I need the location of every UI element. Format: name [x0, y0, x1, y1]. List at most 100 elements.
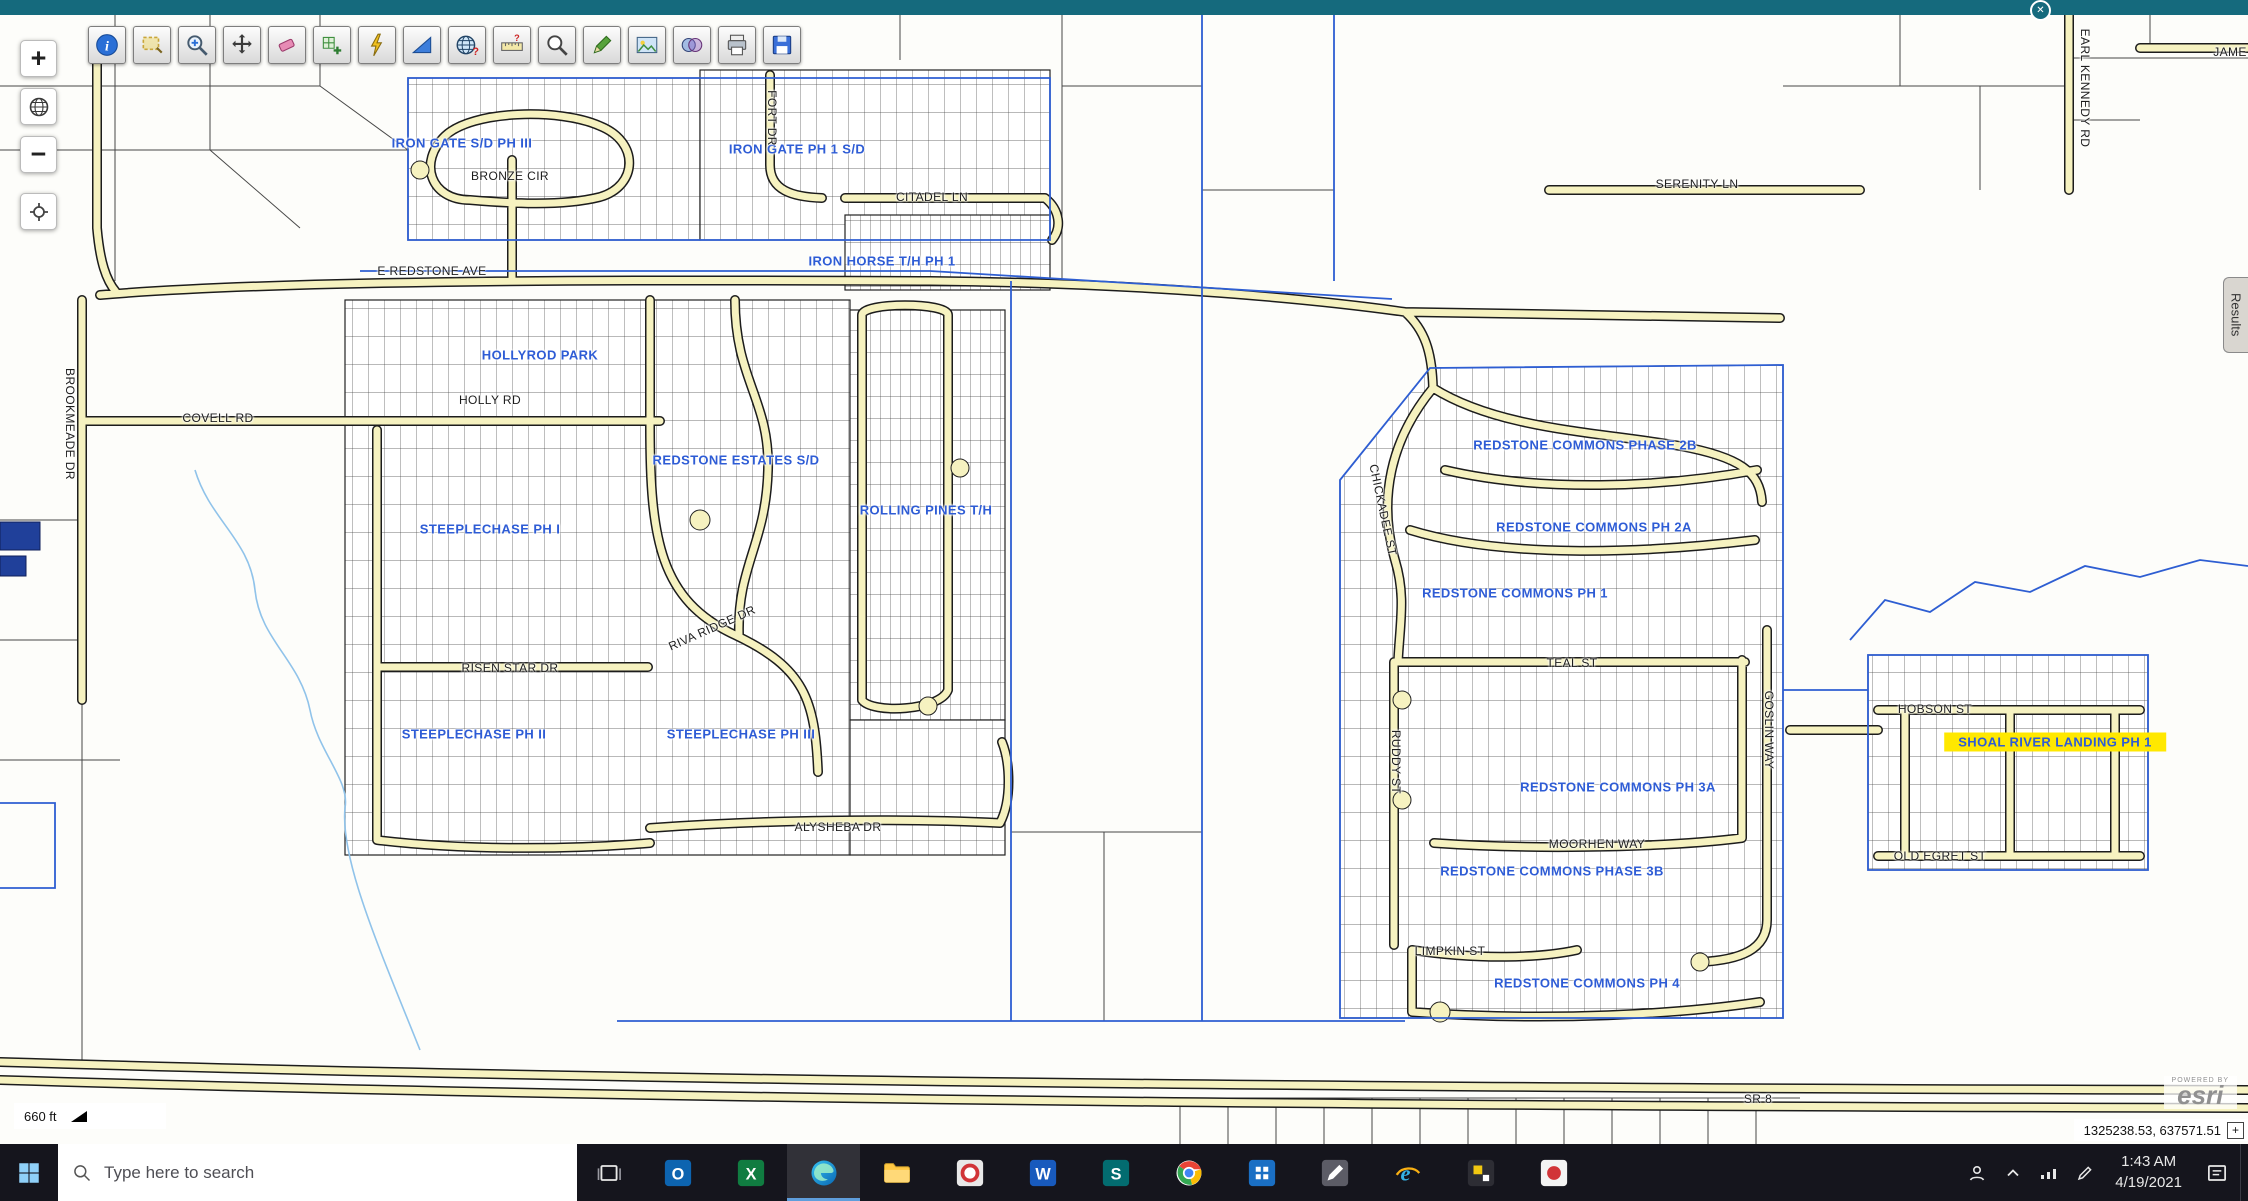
results-tab[interactable]: Results [2223, 277, 2248, 353]
toolbar-add-grid-button[interactable] [313, 26, 351, 64]
tray-people-button[interactable] [1959, 1144, 1995, 1201]
excel-icon: X [736, 1158, 766, 1188]
swipe-icon [409, 32, 435, 58]
save-icon [769, 32, 795, 58]
tray-network-button[interactable] [2031, 1144, 2067, 1201]
tray-chevron-up-button[interactable] [1995, 1144, 2031, 1201]
scale-bar: 660 ft [14, 1103, 166, 1129]
coordinates-value: 1325238.53, 637571.51 [2084, 1123, 2221, 1138]
taskbar-folder-button[interactable] [860, 1144, 933, 1201]
overlay-circles-icon [679, 32, 705, 58]
toolbar-pan-button[interactable] [223, 26, 261, 64]
svg-text:X: X [745, 1165, 756, 1183]
toolbar-draw-button[interactable] [583, 26, 621, 64]
toolbar-zoom-window-button[interactable] [178, 26, 216, 64]
taskbar-excel-button[interactable]: X [714, 1144, 787, 1201]
toolbar-save-button[interactable] [763, 26, 801, 64]
notes-app-icon [1539, 1158, 1569, 1188]
network-icon [2037, 1161, 2061, 1185]
taskbar-grid-app-button[interactable] [1225, 1144, 1298, 1201]
chrome-icon [1174, 1158, 1204, 1188]
taskbar-search[interactable] [58, 1144, 577, 1201]
clock-time: 1:43 AM [2115, 1152, 2182, 1172]
zoom-window-icon [184, 32, 210, 58]
image-icon [634, 32, 660, 58]
start-button[interactable] [0, 1144, 58, 1201]
pen-app-icon [1320, 1158, 1350, 1188]
subdivision-block [408, 78, 700, 240]
search-icon [544, 32, 570, 58]
action-center-button[interactable] [2194, 1144, 2240, 1201]
app-red-icon [955, 1158, 985, 1188]
taskbar-chrome-button[interactable] [1152, 1144, 1225, 1201]
coordinate-plus-button[interactable]: + [2227, 1122, 2244, 1139]
esri-logo: esri [2172, 1084, 2229, 1107]
taskbar-spacer [1590, 1144, 1959, 1201]
svg-text:O: O [671, 1165, 684, 1183]
svg-text:e: e [1400, 1160, 1410, 1185]
select-area-icon [139, 32, 165, 58]
action-center-icon [2204, 1160, 2230, 1186]
taskbar-dark-app-button[interactable] [1444, 1144, 1517, 1201]
taskbar-word-button[interactable]: W [1006, 1144, 1079, 1201]
measure-icon: ? [499, 32, 525, 58]
zoom-out-button[interactable]: − [20, 136, 57, 173]
tray-pen-button[interactable] [2067, 1144, 2103, 1201]
taskbar-outlook-button[interactable]: O [641, 1144, 714, 1201]
task-view-button[interactable] [577, 1144, 641, 1201]
globe-button[interactable] [20, 88, 57, 125]
show-desktop-button[interactable] [2240, 1144, 2248, 1201]
svg-text:i: i [105, 38, 109, 54]
toolbar-erase-button[interactable] [268, 26, 306, 64]
outlook-icon: O [663, 1158, 693, 1188]
toolbar-print-button[interactable] [718, 26, 756, 64]
toolbar-measure-button[interactable]: ? [493, 26, 531, 64]
esri-attribution: POWERED BY esri [2164, 1076, 2237, 1109]
toolbar-lightning-button[interactable] [358, 26, 396, 64]
locate-icon [27, 200, 51, 224]
parcel-filled [0, 522, 40, 550]
taskbar-ie-button[interactable]: e [1371, 1144, 1444, 1201]
zoom-in-button[interactable]: + [20, 40, 57, 77]
globe-query-icon: ? [454, 32, 480, 58]
toolbar-overlay-circles-button[interactable] [673, 26, 711, 64]
taskbar-clock[interactable]: 1:43 AM 4/19/2021 [2103, 1144, 2194, 1201]
taskbar-edge-button[interactable] [787, 1144, 860, 1201]
chevron-up-icon [2001, 1161, 2025, 1185]
svg-text:?: ? [472, 46, 479, 58]
people-icon [1965, 1161, 1989, 1185]
task-view-icon [595, 1159, 623, 1187]
locate-button[interactable] [20, 193, 57, 230]
road-casing [0, 0, 2248, 1108]
search-input[interactable] [102, 1162, 526, 1184]
windows-logo-icon [16, 1160, 42, 1186]
lightning-icon [364, 32, 390, 58]
pan-icon [229, 32, 255, 58]
parcel-lines [0, 0, 2248, 1144]
taskbar-app-red-button[interactable] [933, 1144, 1006, 1201]
grid-app-icon [1247, 1158, 1277, 1188]
taskbar-pen-app-button[interactable] [1298, 1144, 1371, 1201]
word-icon: W [1028, 1158, 1058, 1188]
road-fill [0, 0, 2248, 1108]
taskbar-s-app-button[interactable]: S [1079, 1144, 1152, 1201]
toolbar-search-button[interactable] [538, 26, 576, 64]
taskbar-notes-app-button[interactable] [1517, 1144, 1590, 1201]
taskbar: O X WSe 1:43 AM 4/19/2021 [0, 1144, 2248, 1201]
toolbar-image-button[interactable] [628, 26, 666, 64]
system-tray [1959, 1144, 2103, 1201]
pinned-apps: O X WSe [641, 1144, 1590, 1201]
toolbar-identify-button[interactable]: i [88, 26, 126, 64]
map-canvas[interactable] [0, 0, 2248, 1144]
svg-text:?: ? [514, 33, 520, 43]
search-icon [72, 1163, 92, 1183]
scale-wedge [71, 1111, 87, 1122]
toolbar-globe-query-button[interactable]: ? [448, 26, 486, 64]
clock-date: 4/19/2021 [2115, 1173, 2182, 1193]
close-icon[interactable]: ✕ [2030, 0, 2051, 21]
browser-top-bar: ✕ [0, 0, 2248, 15]
subdivision-block [850, 720, 1005, 855]
add-grid-icon [319, 32, 345, 58]
toolbar-swipe-button[interactable] [403, 26, 441, 64]
toolbar-select-area-button[interactable] [133, 26, 171, 64]
